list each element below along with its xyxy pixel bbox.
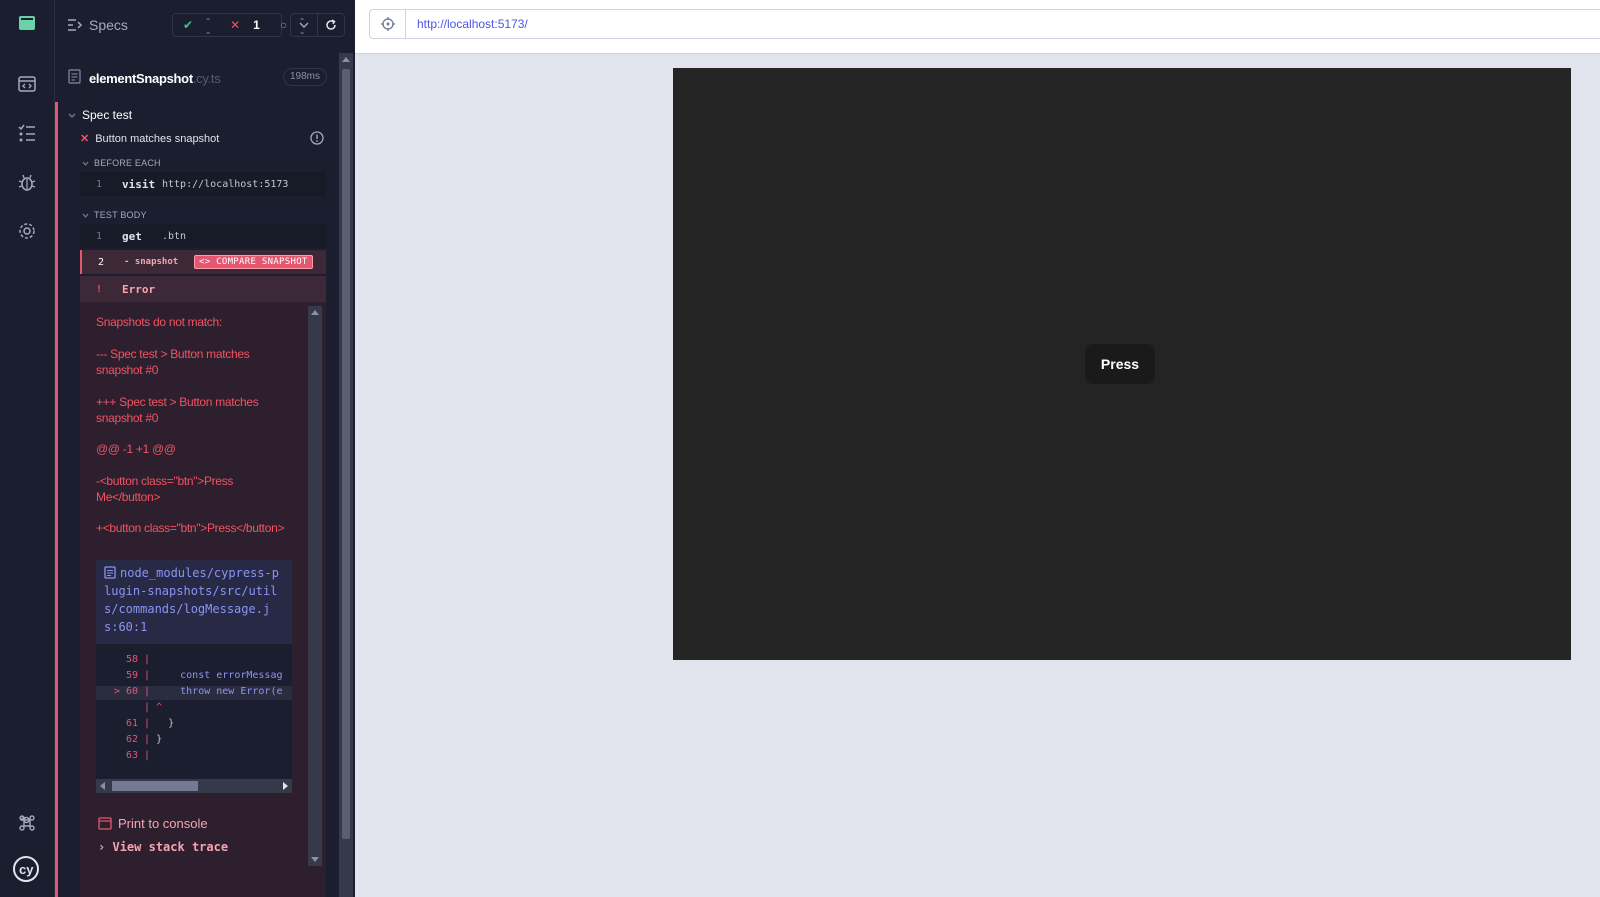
terminal-icon: [98, 817, 112, 830]
print-to-console-button[interactable]: Print to console: [98, 816, 208, 831]
error-message-line: @@ -1 +1 @@: [96, 442, 176, 456]
passed-count: ✔ --: [173, 11, 220, 39]
code-horizontal-scrollbar[interactable]: [96, 779, 292, 793]
file-icon: [104, 566, 116, 579]
scroll-down-arrow-icon[interactable]: [311, 857, 319, 862]
view-stack-trace-toggle[interactable]: › View stack trace: [98, 840, 228, 854]
test-runnable: Spec test ✕ Button matches snapshot BEFO…: [55, 102, 345, 897]
code-line-caret: | ^: [144, 702, 163, 713]
cypress-app-logo-icon[interactable]: [16, 12, 38, 34]
scroll-up-arrow-icon[interactable]: [311, 310, 319, 315]
code-line-current: > 60 | throw new Error(e: [96, 686, 292, 700]
press-button[interactable]: Press: [1085, 344, 1155, 384]
specs-toggle-button[interactable]: Specs: [67, 14, 128, 36]
cypress-logo-icon: cy: [12, 855, 40, 883]
url-text[interactable]: http://localhost:5173/: [417, 17, 528, 31]
error-message-line: --- Spec test > Button matches snapshot …: [96, 347, 250, 377]
runs-nav-icon[interactable]: [16, 122, 38, 144]
code-line: 61 | }: [125, 718, 175, 729]
error-message-line: Snapshots do not match:: [96, 315, 222, 329]
debug-bug-icon[interactable]: [16, 172, 38, 194]
code-line: 58 |: [125, 654, 151, 665]
aut-viewport: Press: [673, 68, 1571, 660]
keyboard-shortcuts-command-icon[interactable]: [16, 812, 38, 834]
app-under-test-panel: http://localhost:5173/ Press: [355, 0, 1600, 897]
error-command[interactable]: ! Error: [80, 276, 326, 302]
failed-x-icon: ✕: [80, 133, 90, 145]
specs-nav-icon[interactable]: [16, 73, 38, 95]
spec-file-name: elementSnapshot.cy.ts: [89, 71, 221, 86]
chevron-right-icon: ›: [98, 840, 106, 854]
error-message-line: -<button class="btn">Press Me</button>: [96, 474, 234, 504]
chevron-down-icon: [68, 113, 76, 118]
cypress-app: cy Specs ✔ -- ✕ 1 ○ -- elementSnapshot.cy.t…: [0, 0, 1600, 897]
error-message-line: +++ Spec test > Button matches snapshot …: [96, 395, 259, 425]
failed-count: ✕ 1: [220, 18, 270, 32]
reporter-header: Specs ✔ -- ✕ 1 ○ --: [55, 0, 345, 50]
url-field[interactable]: http://localhost:5173/: [369, 9, 1600, 39]
rerun-button[interactable]: [317, 13, 345, 37]
test-stats: ✔ -- ✕ 1 ○ --: [172, 11, 304, 39]
scroll-up-arrow-icon[interactable]: [342, 57, 350, 62]
command-snapshot[interactable]: 2 - snapshot <> COMPARE SNAPSHOT: [80, 250, 326, 274]
spec-duration: 198ms: [283, 68, 328, 86]
specs-label: Specs: [89, 17, 128, 33]
error-panel-scrollbar[interactable]: [308, 306, 322, 866]
sidebar-nav: cy: [0, 0, 55, 897]
code-line: 63 |: [125, 750, 151, 761]
compare-snapshot-badge[interactable]: <> COMPARE SNAPSHOT: [194, 255, 313, 269]
command-get[interactable]: 1 get .btn: [80, 224, 326, 248]
chevron-down-icon: [82, 213, 89, 218]
scroll-right-arrow-icon[interactable]: [283, 782, 288, 790]
error-panel: Snapshots do not match: --- Spec test > …: [80, 302, 326, 897]
expand-dropdown-button[interactable]: [290, 13, 318, 37]
error-message-line: +<button class="btn">Press</button>: [96, 521, 285, 535]
scrollbar-thumb[interactable]: [112, 781, 198, 791]
check-icon: ✔: [183, 18, 194, 32]
selector-playground-button[interactable]: [370, 10, 406, 38]
test-body-hook[interactable]: TEST BODY: [82, 210, 147, 220]
specs-list-icon: [68, 19, 83, 31]
info-circle-icon[interactable]: [310, 131, 324, 145]
code-line: 62 | }: [125, 734, 163, 745]
before-each-hook[interactable]: BEFORE EACH: [82, 158, 161, 168]
chevron-down-icon: [82, 161, 89, 166]
refresh-icon: [326, 19, 336, 30]
suite-title[interactable]: Spec test: [68, 108, 132, 122]
test-title[interactable]: ✕ Button matches snapshot: [80, 132, 219, 146]
url-bar: http://localhost:5173/: [355, 0, 1600, 54]
crosshair-icon: [380, 17, 395, 31]
scrollbar-thumb[interactable]: [342, 69, 350, 839]
svg-text:cy: cy: [19, 862, 34, 877]
chevron-down-icon: [299, 22, 309, 28]
code-frame: 58 | 59 | const errorMessag > 60 | throw ne…: [96, 644, 292, 779]
reporter-scrollbar[interactable]: [339, 53, 353, 897]
stack-file-link[interactable]: node_modules/cypress-plugin-snapshots/sr…: [96, 560, 292, 644]
spec-file-header: elementSnapshot.cy.ts 198ms: [55, 62, 345, 92]
settings-gear-icon[interactable]: [16, 220, 38, 242]
code-line: 59 | const errorMessag: [125, 670, 283, 681]
command-visit[interactable]: 1 visit http://localhost:5173: [80, 172, 326, 196]
document-icon: [68, 69, 81, 84]
x-icon: ✕: [230, 18, 241, 32]
scroll-left-arrow-icon[interactable]: [100, 782, 105, 790]
command-log-reporter: Specs ✔ -- ✕ 1 ○ -- elementSnapshot.cy.ts 1…: [55, 0, 355, 897]
